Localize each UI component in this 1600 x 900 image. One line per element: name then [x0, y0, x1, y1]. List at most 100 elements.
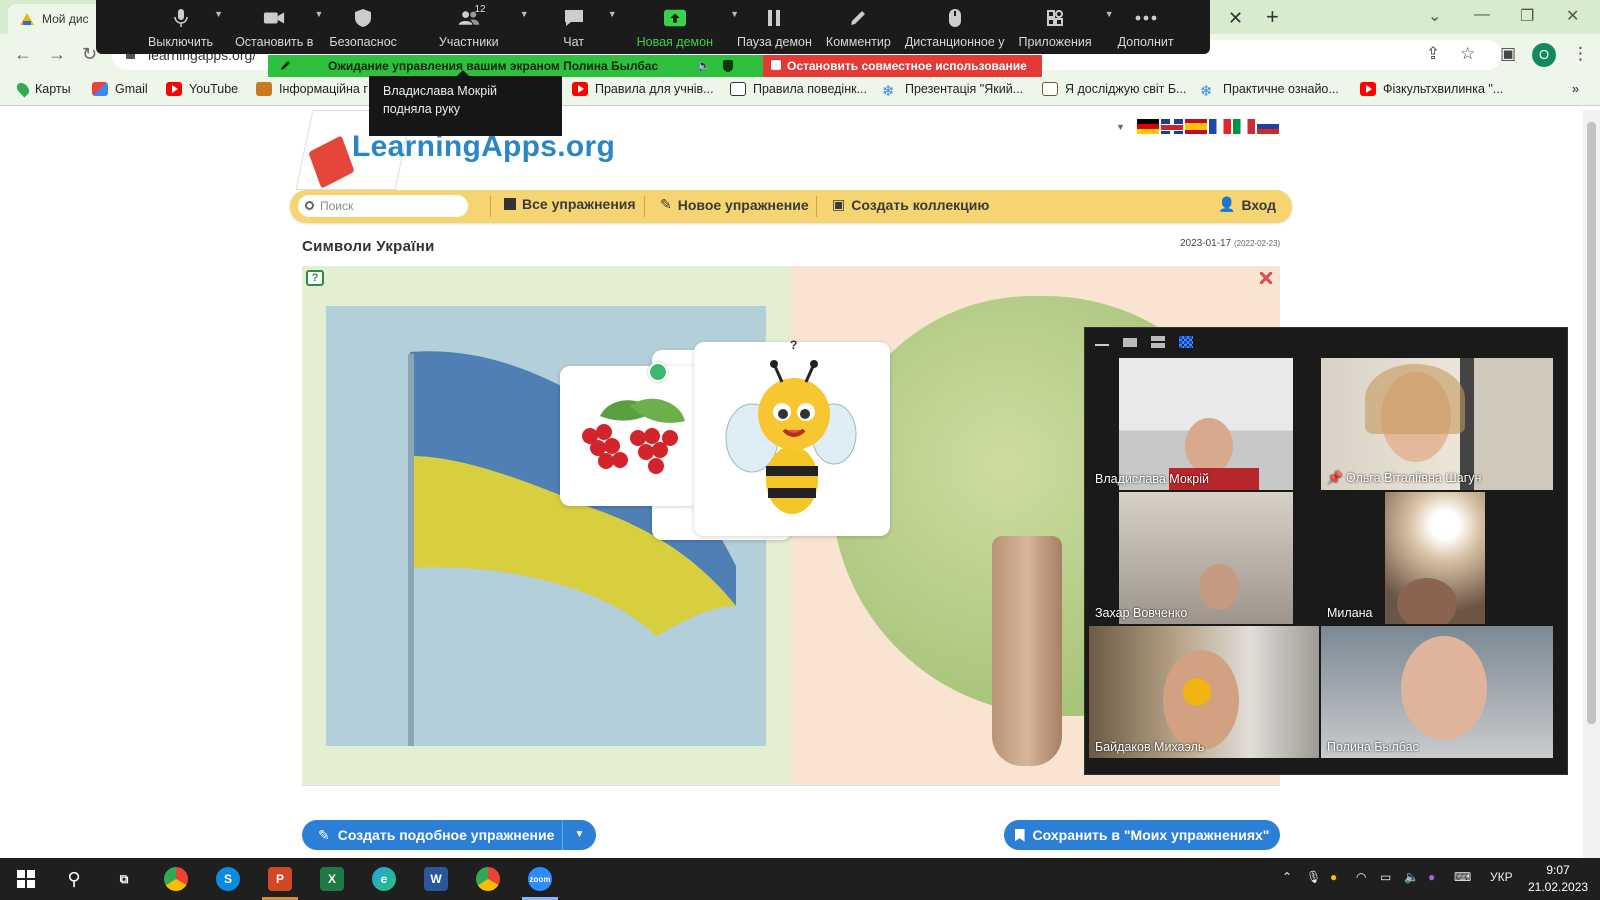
task-view-icon[interactable]: ⧉	[112, 867, 136, 891]
help-icon[interactable]: ?	[306, 270, 324, 286]
create-similar-button[interactable]: ✎ Создать подобное упражнение ▼	[302, 820, 596, 850]
keyboard-icon[interactable]: ⌨	[1454, 870, 1471, 884]
excel-icon[interactable]: X	[320, 867, 344, 891]
more-icon	[1135, 8, 1157, 28]
chrome-profile-icon[interactable]	[476, 867, 500, 891]
participant-tile-active[interactable]: 📌 Ольга Віталіївна Шагун	[1321, 358, 1553, 490]
close-tab-icon[interactable]: ✕	[1228, 8, 1243, 29]
chevron-down-icon[interactable]: ▼	[314, 9, 323, 19]
tab-search-chevron-icon[interactable]: ⌄	[1428, 6, 1441, 26]
volume-icon[interactable]: 🔈	[1404, 870, 1419, 884]
wifi-icon[interactable]: ◠	[1356, 870, 1366, 884]
drag-pin-handle[interactable]	[648, 362, 668, 382]
search-icon[interactable]: ⚲	[62, 867, 86, 891]
chrome-icon[interactable]	[164, 867, 188, 891]
search-input[interactable]: Поиск	[298, 195, 468, 217]
participants-button[interactable]: 12 Участники ▼	[433, 0, 529, 49]
chevron-down-icon[interactable]: ▼	[608, 9, 617, 19]
bookmark-info[interactable]: Інформаційна г	[256, 82, 368, 96]
french-flag-icon[interactable]	[1208, 119, 1231, 134]
show-hidden-icons-chevron-icon[interactable]: ⌃	[1282, 870, 1292, 884]
login-link[interactable]: 👤 Вход	[1218, 196, 1276, 213]
minimize-icon[interactable]: —	[1474, 6, 1490, 24]
stop-video-button[interactable]: Остановить в ▼	[229, 0, 323, 49]
participant-face	[1185, 418, 1233, 474]
new-tab-icon[interactable]: +	[1266, 4, 1279, 30]
all-exercises-link[interactable]: Все упражнения	[504, 196, 636, 212]
bookmark-fizkult[interactable]: Фізкультхвилинка "...	[1360, 82, 1503, 96]
spanish-flag-icon[interactable]	[1184, 119, 1207, 134]
scrollbar-thumb[interactable]	[1587, 122, 1596, 724]
german-flag-icon[interactable]	[1136, 119, 1159, 134]
bee-card[interactable]: ?	[694, 338, 890, 536]
bookmark-rules-behavior[interactable]: Правила поведінк...	[730, 82, 867, 96]
new-exercise-link[interactable]: ✎ Новое упражнение	[660, 196, 809, 213]
russian-flag-icon[interactable]	[1256, 119, 1279, 134]
chevron-down-icon[interactable]: ▼	[214, 9, 223, 19]
zoom-app-icon[interactable]: zoom	[528, 867, 552, 891]
chevron-down-icon[interactable]: ▼	[520, 9, 529, 19]
browser-tab[interactable]: Мой дис	[8, 4, 104, 34]
system-clock[interactable]: 9:07 21.02.2023	[1528, 862, 1588, 896]
pause-share-button[interactable]: Пауза демон	[731, 0, 818, 49]
bookmark-explore-world[interactable]: Я досліджую світ Б...	[1042, 82, 1186, 96]
forward-arrow-icon[interactable]: →	[48, 44, 66, 65]
share-page-icon[interactable]: ⇪	[1426, 44, 1440, 64]
mute-button[interactable]: Выключить ▼	[142, 0, 223, 49]
create-collection-link[interactable]: ▣ Создать коллекцию	[832, 196, 989, 213]
restore-icon[interactable]: ❐	[1520, 6, 1534, 26]
windows-start-icon[interactable]	[14, 867, 38, 891]
participant-tile[interactable]: Милана	[1321, 492, 1551, 624]
new-share-button[interactable]: Новая демон ▼	[631, 0, 739, 49]
participant-name: 📌 Ольга Віталіївна Шагун	[1327, 471, 1482, 485]
side-panel-icon[interactable]: ▣	[1500, 44, 1516, 64]
chevron-down-icon[interactable]: ▼	[1116, 122, 1125, 132]
bookmark-gmail[interactable]: Gmail	[92, 82, 148, 96]
participant-tile[interactable]: Полина Былбас	[1321, 626, 1553, 758]
participant-tile[interactable]: Захар Вовченко	[1089, 492, 1319, 624]
microphone-icon[interactable]: 🎙	[1306, 870, 1321, 884]
participant-face	[1199, 564, 1239, 610]
english-flag-icon[interactable]	[1160, 119, 1183, 134]
strip-view-icon[interactable]	[1151, 336, 1165, 348]
speaker-icon[interactable]: 🔈	[697, 59, 711, 72]
participant-tile[interactable]: Владислава Мокрій	[1089, 358, 1319, 490]
bookmark-youtube[interactable]: YouTube	[166, 82, 238, 96]
page-scrollbar[interactable]	[1583, 110, 1600, 858]
input-language[interactable]: УКР	[1490, 870, 1513, 884]
apps-button[interactable]: Приложения ▼	[1013, 0, 1114, 49]
bookmark-practical[interactable]: ❄ Практичне ознайо...	[1200, 82, 1339, 100]
back-arrow-icon[interactable]: ←	[14, 44, 32, 65]
stop-share-button[interactable]: Остановить совместное использование	[763, 55, 1042, 77]
security-button[interactable]: Безопаснос	[323, 0, 403, 49]
battery-icon[interactable]: ▭	[1380, 870, 1391, 884]
bookmark-star-icon[interactable]: ☆	[1460, 44, 1475, 64]
profile-avatar[interactable]: O	[1532, 43, 1556, 67]
bookmark-presentation[interactable]: ❄ Презентація "Який...	[882, 82, 1023, 100]
more-button[interactable]: Дополнит	[1112, 0, 1180, 49]
fullscreen-icon[interactable]	[1260, 272, 1272, 284]
skype-icon[interactable]: S	[216, 867, 240, 891]
chevron-down-icon[interactable]: ▼	[562, 820, 596, 850]
bookmark-maps[interactable]: Карты	[14, 80, 71, 98]
more-bookmarks-chevron-icon[interactable]: »	[1572, 82, 1579, 96]
save-to-my-exercises-button[interactable]: Сохранить в "Моих упражнениях"	[1004, 820, 1280, 850]
powerpoint-icon[interactable]: P	[268, 867, 292, 891]
viber-icon[interactable]: ●	[1428, 870, 1435, 884]
word-icon[interactable]: W	[424, 867, 448, 891]
sync-icon[interactable]: ●	[1330, 870, 1337, 884]
speaker-view-icon[interactable]	[1123, 338, 1137, 347]
browser-menu-icon[interactable]: ⋮	[1572, 44, 1589, 64]
remote-control-button[interactable]: Дистанционное у	[899, 0, 1011, 49]
reload-icon[interactable]: ↻	[82, 44, 97, 65]
window-close-icon[interactable]: ✕	[1566, 6, 1579, 26]
minimize-gallery-icon[interactable]	[1095, 336, 1109, 346]
viburnum-card[interactable]	[560, 366, 700, 506]
chat-button[interactable]: Чат ▼	[557, 0, 616, 49]
annotate-button[interactable]: Комментир	[820, 0, 897, 49]
italian-flag-icon[interactable]	[1232, 119, 1255, 134]
edge-icon[interactable]: e	[372, 867, 396, 891]
gallery-view-icon[interactable]	[1179, 336, 1193, 348]
bookmark-rules-students[interactable]: Правила для учнів...	[572, 82, 714, 96]
participant-tile[interactable]: Байдаков Михаэль	[1089, 626, 1319, 758]
